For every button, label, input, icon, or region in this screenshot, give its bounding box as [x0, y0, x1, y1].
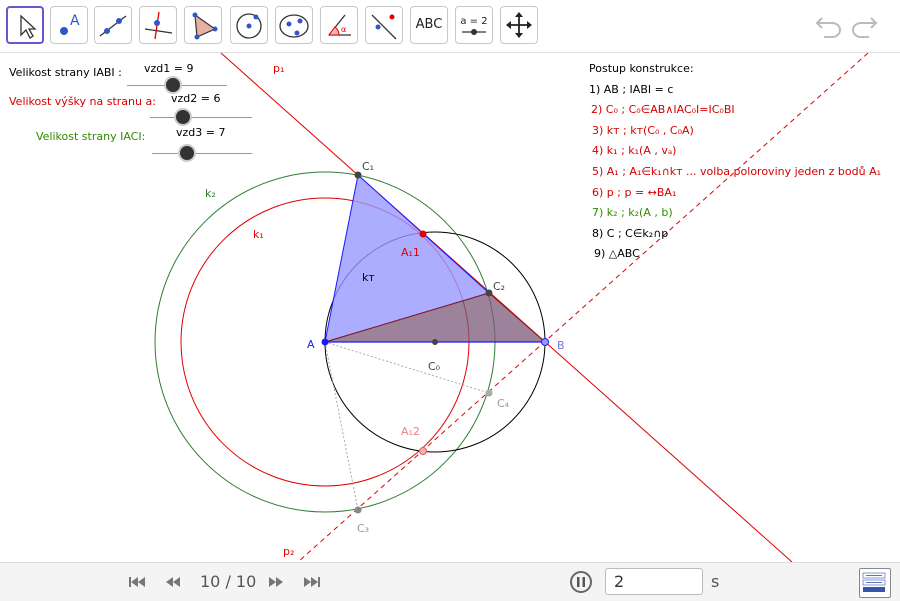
label-k1: k₁: [253, 228, 264, 241]
slider-tool-button[interactable]: a = 2: [455, 6, 493, 44]
circle-tool-button[interactable]: [230, 6, 268, 44]
circle-icon: [236, 13, 262, 39]
perpendicular-line-tool-button[interactable]: [139, 6, 177, 44]
label-C3: C₃: [357, 522, 369, 535]
point-C4[interactable]: [485, 389, 493, 397]
construction-title: Postup konstrukce:: [589, 62, 694, 75]
construction-step-2: 2) C₀ ; C₀∈AB∧IAC₀I=IC₀BI: [591, 103, 735, 117]
construction-step-9: 9) △ABC: [594, 247, 640, 261]
move-graphics-view-tool-button[interactable]: [500, 6, 538, 44]
cursor-arrow-icon: [20, 14, 37, 39]
label-C0: C₀: [428, 360, 441, 373]
slider-vzd1-label: Velikost strany IABI :: [9, 66, 122, 79]
undo-icon[interactable]: [814, 12, 844, 40]
svg-text:A: A: [70, 13, 80, 29]
label-kt: kт: [362, 271, 375, 284]
construction-step-7: 7) k₂ ; k₂(A , b): [592, 206, 673, 220]
skip-to-first-icon[interactable]: [128, 575, 146, 589]
point-A1-2[interactable]: [419, 447, 427, 455]
text-tool-button[interactable]: ABC: [410, 6, 448, 44]
algebra-view-icon: [862, 572, 886, 592]
construction-steps: Postup konstrukce: 1) AB ; IABI = c 2) C…: [589, 59, 881, 265]
seconds-unit-label: s: [711, 572, 720, 591]
line-tool-button[interactable]: [94, 6, 132, 44]
step-forward-icon[interactable]: [267, 575, 285, 589]
skip-to-last-icon[interactable]: [303, 575, 321, 589]
slider-vzd3-knob[interactable]: [178, 144, 196, 162]
step-indicator: 10 / 10: [200, 572, 257, 591]
slider-vzd3-value: vzd3 = 7: [176, 126, 226, 139]
point-C3[interactable]: [354, 506, 362, 514]
label-C1: C₁: [362, 160, 374, 173]
label-A1-2: A₁2: [401, 425, 420, 438]
toolbar: A α ABC a = 2: [0, 0, 900, 53]
polygon-icon: [192, 12, 218, 40]
angle-tool-button[interactable]: α: [320, 6, 358, 44]
label-k2: k₂: [205, 187, 216, 200]
point-C1[interactable]: [354, 171, 362, 179]
label-A1-1: A₁1: [401, 246, 420, 259]
label-A: A: [307, 338, 315, 351]
slider-vzd1-value: vzd1 = 9: [144, 62, 194, 75]
label-B: B: [557, 339, 565, 352]
label-C4: C₄: [497, 397, 510, 410]
reflect-icon: [371, 14, 397, 40]
reflect-tool-button[interactable]: [365, 6, 403, 44]
svg-text:α: α: [341, 25, 346, 34]
slider-vzd3-track[interactable]: [152, 153, 252, 154]
pause-icon: [577, 577, 585, 587]
angle-icon: α: [328, 14, 351, 36]
slider-vzd2-label: Velikost výšky na stranu a:: [9, 95, 156, 108]
four-way-arrow-icon: [506, 12, 532, 38]
redo-icon[interactable]: [849, 12, 879, 40]
construction-step-3: 3) kт ; kт(C₀ , C₀A): [592, 123, 694, 137]
move-tool-button[interactable]: [6, 6, 44, 44]
point-C0[interactable]: [432, 339, 438, 345]
ellipse-tool-button[interactable]: [275, 6, 313, 44]
label-p1: p₁: [273, 62, 284, 75]
line-icon: [99, 15, 127, 37]
point-C2[interactable]: [485, 289, 493, 297]
slider-icon: a = 2: [460, 16, 488, 35]
slider-vzd2-track[interactable]: [150, 117, 252, 118]
construction-step-5: 5) A₁ ; A₁∈k₁∩kт ... volba poloroviny je…: [592, 164, 882, 178]
polygon-tool-button[interactable]: [184, 6, 222, 44]
slider-vzd3-label: Velikost strany IACI:: [36, 130, 146, 143]
construction-player-bar: 10 / 10 s: [0, 562, 900, 601]
point-B[interactable]: [541, 338, 549, 346]
pause-button[interactable]: [570, 571, 592, 593]
helper-segment-AC4: [324, 341, 490, 394]
playback-interval-input[interactable]: [605, 568, 703, 595]
ellipse-icon: [279, 14, 309, 38]
label-p2: p₂: [283, 545, 294, 558]
construction-step-6: 6) p ; p = ↔BA₁: [592, 185, 677, 199]
point-icon: A: [60, 13, 80, 35]
slider-vzd2-knob[interactable]: [174, 108, 192, 126]
construction-step-8: 8) C ; C∈k₂∩p: [592, 226, 669, 240]
slider-tool-label: a = 2: [460, 16, 487, 27]
slider-vzd2-value: vzd2 = 6: [171, 92, 221, 105]
construction-step-1: 1) AB ; IABI = c: [589, 82, 674, 96]
point-A1-1[interactable]: [419, 230, 427, 238]
point-tool-button[interactable]: A: [50, 6, 88, 44]
point-A[interactable]: [321, 338, 329, 346]
label-C2: C₂: [493, 280, 505, 293]
algebra-view-toggle-button[interactable]: [859, 568, 891, 598]
construction-step-4: 4) k₁ ; k₁(A , vₐ): [592, 144, 677, 158]
perpendicular-line-icon: [144, 11, 173, 40]
step-back-icon[interactable]: [164, 575, 182, 589]
